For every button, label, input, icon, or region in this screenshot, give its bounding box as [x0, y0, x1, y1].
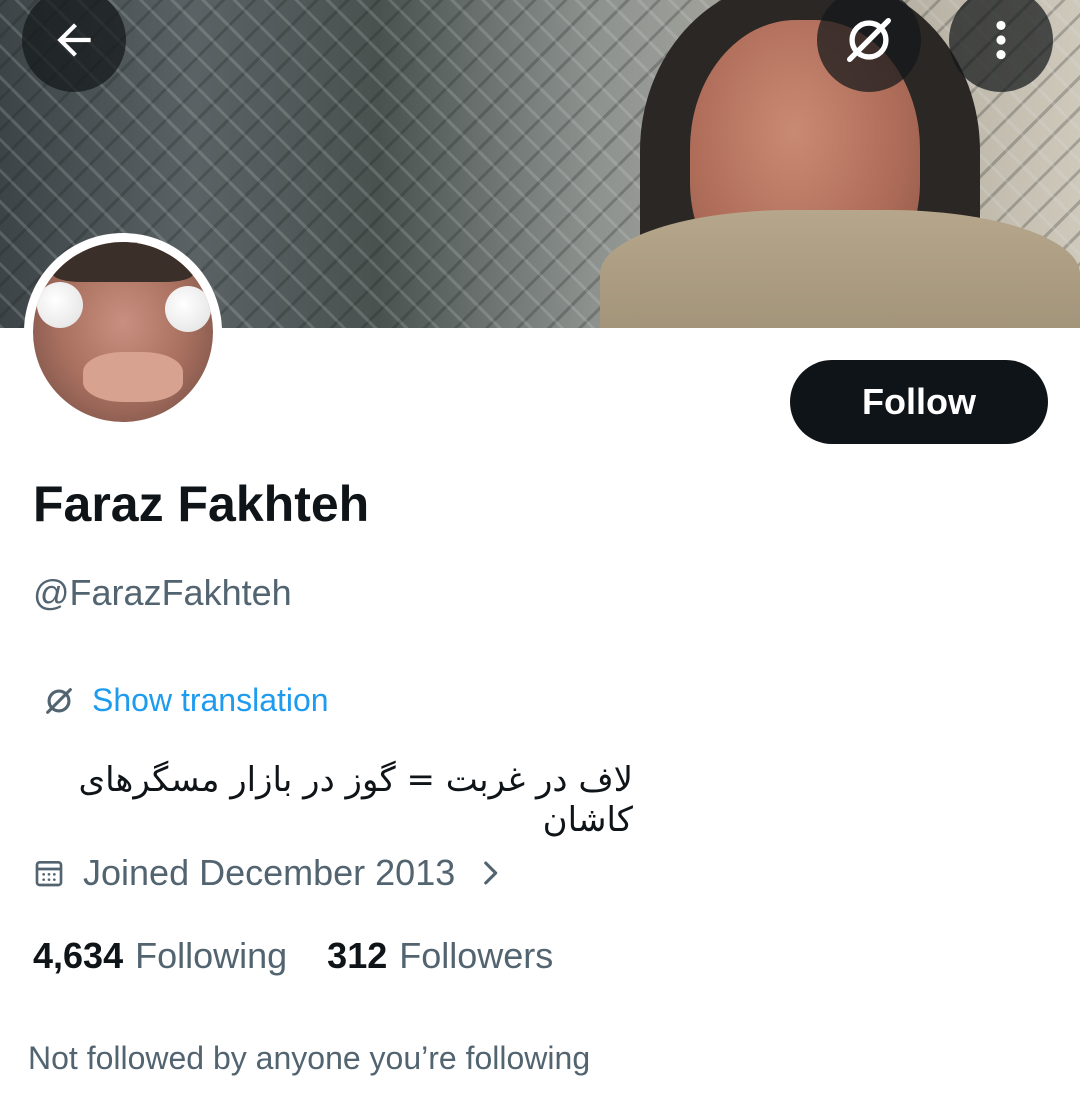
avatar[interactable]	[24, 233, 222, 431]
more-vertical-icon	[996, 20, 1006, 60]
profile-page: Follow Faraz Fakhteh @FarazFakhteh Show …	[0, 0, 1080, 1110]
joined-label: Joined December 2013	[83, 852, 456, 893]
following-label: Following	[135, 935, 288, 976]
chevron-right-icon	[484, 861, 498, 885]
show-translation-label: Show translation	[92, 682, 329, 718]
avatar-image	[33, 242, 213, 422]
followers-count: 312	[327, 935, 388, 976]
followers-label: Followers	[399, 935, 554, 976]
following-count: 4,634	[33, 935, 124, 976]
follow-stats: 4,634 Following 312 Followers	[33, 935, 553, 977]
translate-slash-icon	[847, 18, 891, 62]
calendar-icon	[35, 861, 63, 887]
profile-bio: لاف در غربت = گوز در بازار مسگرهای کاشان	[78, 760, 633, 840]
translate-slash-icon	[46, 687, 72, 714]
banner-figure-coat	[600, 210, 1080, 328]
follow-button[interactable]: Follow	[790, 360, 1048, 444]
followers-stat[interactable]: 312 Followers	[327, 935, 553, 977]
avatar-earmuff-right	[165, 286, 211, 332]
show-translation-link[interactable]: Show translation	[42, 682, 329, 719]
mutual-followers-text: Not followed by anyone you’re following	[28, 1040, 591, 1076]
following-stat[interactable]: 4,634 Following	[33, 935, 287, 977]
username-handle: @FarazFakhteh	[33, 572, 292, 613]
avatar-hand	[83, 352, 183, 402]
avatar-hair	[53, 242, 193, 282]
arrow-left-icon	[57, 23, 91, 57]
joined-date[interactable]: Joined December 2013	[33, 852, 507, 894]
display-name: Faraz Fakhteh	[33, 476, 370, 532]
avatar-earmuff-left	[37, 282, 83, 328]
